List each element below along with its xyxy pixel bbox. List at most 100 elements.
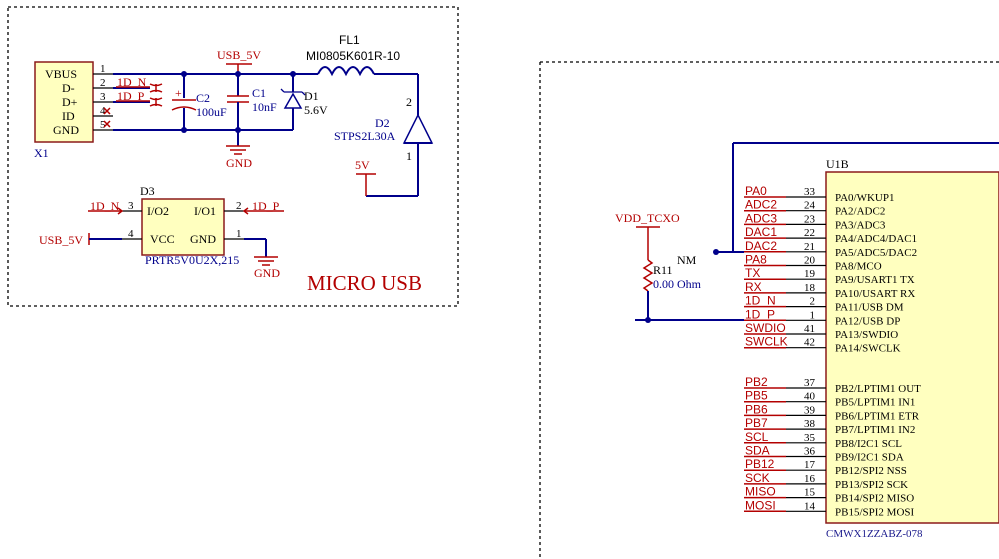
mcu-pin-number: 36 [804,446,816,458]
junction-dot [181,71,187,77]
mcu-pin-number: 19 [804,268,816,280]
mcu-pin-number: 40 [804,391,816,403]
d3-ref: D3 [140,184,155,198]
mcu-pin-name: PA12/USB DP [835,315,900,327]
mcu-pin-number: 22 [804,227,815,239]
d3-part: PRTR5V0U2X,215 [145,253,239,267]
junction-dot [235,127,241,133]
gnd-label-d3: GND [254,266,280,280]
pin-name-id: ID [62,109,75,123]
d3-pin-gnd: GND [190,232,216,246]
diode-d2: 2 1 D2 STPS2L30A [334,74,434,196]
mcu-pin-name: PA5/ADC5/DAC2 [835,247,917,259]
junction-dot [181,127,187,133]
mcu-pin-number: 18 [804,282,816,294]
junction-dot [713,249,719,255]
c2-plus: + [175,86,182,100]
d1-value: 5.6V [304,103,328,117]
ferrite-fl1: FL1 MI0805K601R-10 [306,33,418,77]
net-label-vdd-tcxo: VDD_TCXO [615,211,680,225]
capacitor-c2: + C2 100uF [171,74,227,130]
mcu-pin-name: PB13/SPI2 SCK [835,479,908,491]
fl1-value: MI0805K601R-10 [306,49,400,63]
mcu-pin-name: PB5/LPTIM1 IN1 [835,397,915,409]
mcu-pin-name: PB12/SPI2 NSS [835,465,907,477]
mcu-pin-number: 16 [804,473,816,485]
mcu-pin-number: 21 [804,241,815,253]
mcu-pin-number: 33 [804,186,816,198]
resistor-r11: NM R11 0.00 Ohm [642,253,702,320]
mcu-pin-name: PA9/USART1 TX [835,274,915,286]
mcu-pin-name: PA10/USART RX [835,288,915,300]
mcu-pin-number: 24 [804,200,816,212]
c1-ref: C1 [252,86,266,100]
c2-value: 100uF [196,105,227,119]
net-label-usb5v-left: USB_5V [39,233,83,247]
d2-pin-bottom: 1 [406,149,412,163]
mcu-net-label: DAC1 [745,225,777,239]
mcu-net-label: 1D_P [745,307,775,321]
mcu-pin-name: PA13/SWDIO [835,329,898,341]
junction-dot [290,71,296,77]
net-port-icon [149,83,163,93]
net-port-icon [149,97,163,107]
mcu-pin-name: PB7/LPTIM1 IN2 [835,424,915,436]
block-title: MICRO USB [307,271,422,295]
r11-nm: NM [677,253,697,267]
net-label-5v: 5V [355,158,370,172]
mcu-ref: U1B [826,157,849,171]
mcu-pin-number: 17 [804,459,816,471]
d3-num-1: 1 [236,228,242,240]
mcu-pin-name: PB9/I2C1 SDA [835,452,904,464]
mcu-pin-number: 39 [804,404,816,416]
mcu-net-label: PB12 [745,457,775,471]
mcu-net-label: ADC3 [745,211,777,225]
esd-d3: I/O2 I/O1 VCC GND D3 PRTR5V0U2X,215 3 2 … [122,184,244,267]
mcu-net-label: MISO [745,485,776,499]
d2-pin-top: 2 [406,95,412,109]
mcu-net-label: SCL [745,430,769,444]
capacitor-c1: C1 10nF [227,74,277,130]
mcu-pin-number: 20 [804,255,816,267]
mcu-net-label: 1D_N [745,294,776,308]
mcu-pin-name: PB6/LPTIM1 ETR [835,410,920,422]
mcu-pin-number: 38 [804,418,816,430]
d2-value: STPS2L30A [334,129,396,143]
mcu-net-label: PB2 [745,375,768,389]
mcu-pin-name: PA4/ADC4/DAC1 [835,233,917,245]
mcu-net-label: SCK [745,471,770,485]
mcu-pin-name: PB14/SPI2 MISO [835,493,914,505]
ground-symbol [254,256,278,266]
ground-symbol [226,145,250,155]
mcu-pin-number: 15 [804,487,816,499]
mcu-net-label: PB7 [745,416,768,430]
fl1-ref: FL1 [339,33,360,47]
usb-connector: VBUS D- D+ ID GND X1 1 2 3 4 5 [34,61,113,160]
mcu-net-label: SDA [745,444,770,458]
mcu-pin-number: 2 [810,296,816,308]
mcu-net-label: MOSI [745,498,776,512]
c2-ref: C2 [196,91,210,105]
d3-num-3: 3 [128,200,134,212]
mcu-net-label: PB6 [745,402,768,416]
mcu-net-label: SWCLK [745,335,788,349]
d3-pin-io2: I/O2 [147,204,169,218]
pin-name-gnd: GND [53,123,79,137]
mcu-pin-number: 35 [804,432,816,444]
mcu-pin-number: 1 [810,309,816,321]
mcu-pin-number: 23 [804,213,816,225]
d2-ref: D2 [375,116,390,130]
mcu-net-label: ADC2 [745,198,777,212]
d3-pin-vcc: VCC [150,232,175,246]
net-label-usb5v-top: USB_5V [217,48,261,62]
mcu-net-label: PA8 [745,253,767,267]
pin-num-1: 1 [100,63,106,75]
mcu-net-label: PB5 [745,389,768,403]
d1-ref: D1 [304,89,319,103]
mcu-pin-name: PB8/I2C1 SCL [835,438,902,450]
mcu-net-label: SWDIO [745,321,786,335]
pin-name-dminus: D- [62,81,75,95]
pin-name-dplus: D+ [62,95,78,109]
junction-dot [235,71,241,77]
connector-ref: X1 [34,146,49,160]
